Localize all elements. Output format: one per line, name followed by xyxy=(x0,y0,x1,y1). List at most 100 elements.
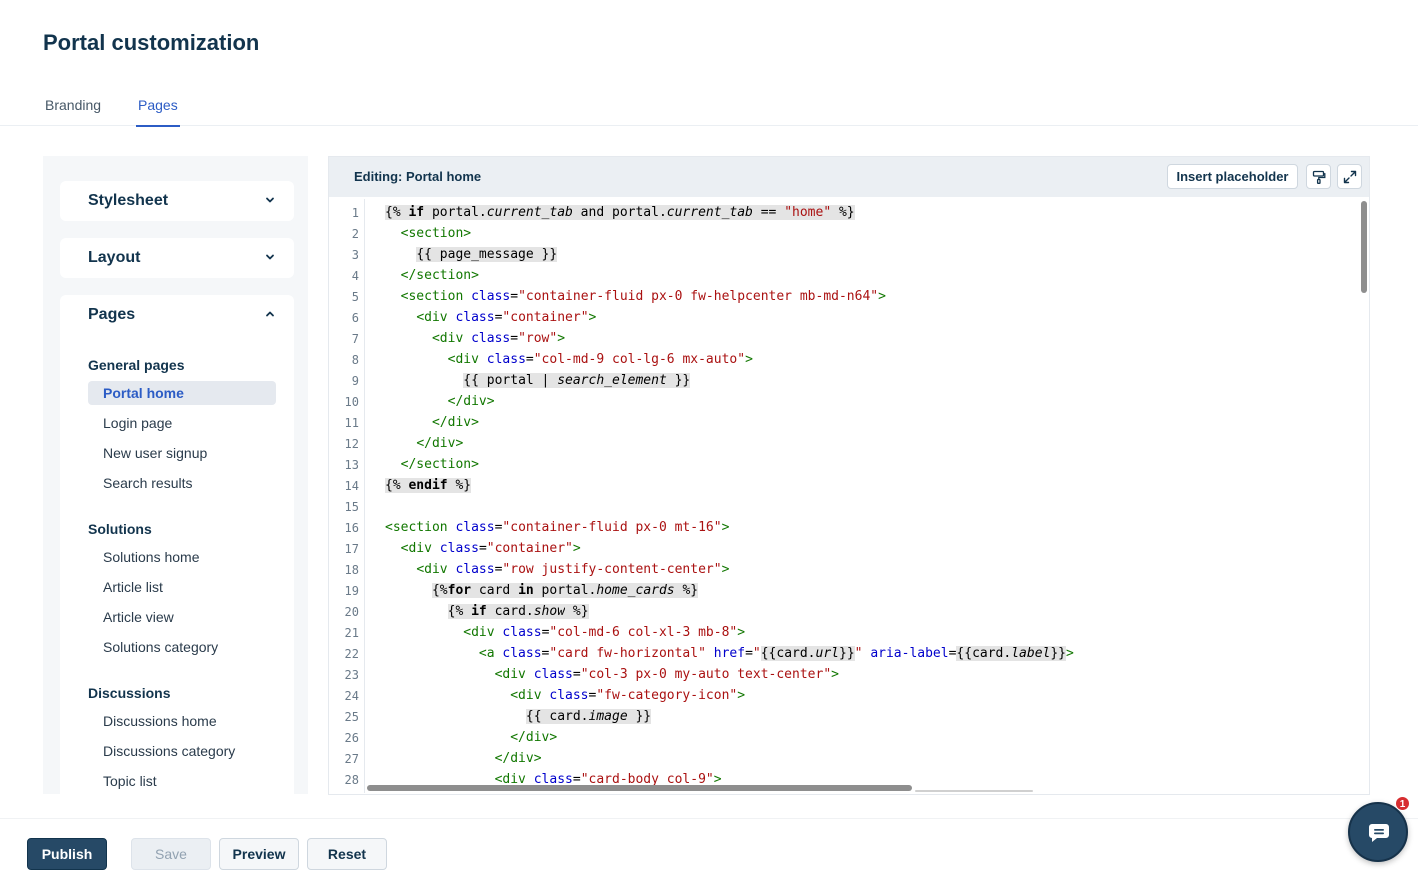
page-item-discussions-home[interactable]: Discussions home xyxy=(88,709,276,733)
save-button[interactable]: Save xyxy=(131,838,211,870)
page-item-topic-list[interactable]: Topic list xyxy=(88,769,276,793)
line-number: 8 xyxy=(351,353,359,367)
pages-accordion-header[interactable]: Pages xyxy=(60,295,294,335)
chat-icon xyxy=(1369,824,1389,842)
layout-accordion[interactable]: Layout xyxy=(60,238,294,278)
fullscreen-button[interactable] xyxy=(1337,164,1362,189)
line-number: 12 xyxy=(344,437,359,451)
format-button[interactable] xyxy=(1306,164,1331,189)
horizontal-scrollbar[interactable] xyxy=(367,785,912,791)
page-item-solutions-home[interactable]: Solutions home xyxy=(88,545,276,569)
pages-accordion: Pages General pages Portal home Login pa… xyxy=(60,295,294,794)
vertical-scrollbar[interactable] xyxy=(1361,201,1367,293)
code-area[interactable]: 1 2 3 4 5 6 7 8 9 10 11 12 13 14 15 16 17 18 19 20 21 22 23 24 2… xyxy=(329,199,1369,793)
code-line: {{ card.image }} xyxy=(525,709,652,724)
stylesheet-accordion-title: Stylesheet xyxy=(88,192,169,209)
line-number: 20 xyxy=(344,605,359,619)
line-number: 10 xyxy=(344,395,359,409)
line-number: 3 xyxy=(351,248,359,262)
publish-button[interactable]: Publish xyxy=(27,838,107,870)
chevron-down-icon xyxy=(266,254,274,260)
line-number: 11 xyxy=(344,416,359,430)
code-line: {%for card in portal.home_cards %} xyxy=(431,583,699,598)
chevron-down-icon xyxy=(266,197,274,203)
page-title: Portal customization xyxy=(43,30,260,55)
code-line: <div class="row justify-content-center"> xyxy=(416,562,730,577)
paint-format-icon xyxy=(1312,170,1326,184)
code-line: </div> xyxy=(447,394,495,409)
line-number: 16 xyxy=(344,521,359,535)
code-line: </section> xyxy=(400,457,479,472)
line-number: 6 xyxy=(351,311,359,325)
group-title-general-pages: General pages xyxy=(88,357,185,373)
line-number: 18 xyxy=(344,563,359,577)
page-item-search-results[interactable]: Search results xyxy=(88,471,276,495)
page-item-discussions-category[interactable]: Discussions category xyxy=(88,739,276,763)
reset-button[interactable]: Reset xyxy=(307,838,387,870)
line-number: 7 xyxy=(351,332,359,346)
page-item-article-list[interactable]: Article list xyxy=(88,575,276,599)
page-item-new-user-signup[interactable]: New user signup xyxy=(88,441,276,465)
line-number: 25 xyxy=(344,710,359,724)
code-line: </div> xyxy=(416,436,464,451)
line-number: 17 xyxy=(344,542,359,556)
code-line: <div class="row"> xyxy=(431,331,566,346)
line-number: 21 xyxy=(344,626,359,640)
line-number-gutter: 1 2 3 4 5 6 7 8 9 10 11 12 13 14 15 16 17 18 19 20 21 22 23 24 2… xyxy=(329,199,365,793)
code-line: {{ portal | search_element }} xyxy=(463,373,691,388)
line-number: 23 xyxy=(344,668,359,682)
line-number: 14 xyxy=(344,479,359,493)
page-item-portal-home[interactable]: Portal home xyxy=(88,381,276,405)
code-line: {% if portal.current_tab and portal.curr… xyxy=(385,205,855,220)
code-line: <div class="container"> xyxy=(400,541,581,556)
stylesheet-accordion[interactable]: Stylesheet xyxy=(60,181,294,221)
sidebar: Stylesheet Layout Pages General pages Po… xyxy=(43,156,308,794)
footer-action-bar: Publish Save Preview Reset xyxy=(0,818,1418,882)
line-number: 28 xyxy=(344,773,359,787)
line-number: 13 xyxy=(344,458,359,472)
layout-accordion-title: Layout xyxy=(88,249,141,266)
line-number: 5 xyxy=(351,290,359,304)
page-item-solutions-category[interactable]: Solutions category xyxy=(88,635,276,659)
horizontal-scroll-track xyxy=(915,790,1033,792)
line-number: 24 xyxy=(344,689,359,703)
code-line: {% if card.show %} xyxy=(447,604,589,619)
line-number: 15 xyxy=(344,500,359,514)
code-line: <section> xyxy=(400,226,472,241)
insert-placeholder-button[interactable]: Insert placeholder xyxy=(1167,164,1298,189)
code-line: </div> xyxy=(431,415,479,430)
tab-pages[interactable]: Pages xyxy=(136,97,180,127)
code-line: {{ page_message }} xyxy=(416,247,558,262)
code-line: </section> xyxy=(400,268,479,283)
code-editor-panel: Editing: Portal home Insert placeholder … xyxy=(328,156,1370,795)
code-line: <div class="fw-category-icon"> xyxy=(510,688,746,703)
page-item-article-view[interactable]: Article view xyxy=(88,605,276,629)
group-title-solutions: Solutions xyxy=(88,521,152,537)
page-item-login-page[interactable]: Login page xyxy=(88,411,276,435)
code-line: <a class="card fw-horizontal" href="{{ca… xyxy=(478,646,1074,661)
code-line: </div> xyxy=(494,751,542,766)
editor-title: Editing: Portal home xyxy=(354,169,482,184)
line-number: 4 xyxy=(351,269,359,283)
preview-button[interactable]: Preview xyxy=(219,838,299,870)
code-line: <section class="container-fluid px-0 fw-… xyxy=(400,289,886,304)
chat-launcher-button[interactable] xyxy=(1348,802,1408,862)
code-line: <div class="col-3 px-0 my-auto text-cent… xyxy=(494,667,839,682)
line-number: 9 xyxy=(351,374,359,388)
code-line: {% endif %} xyxy=(385,478,472,493)
line-number: 2 xyxy=(351,227,359,241)
group-title-discussions: Discussions xyxy=(88,685,171,701)
line-number: 1 xyxy=(351,206,359,220)
editor-toolbar: Editing: Portal home Insert placeholder xyxy=(329,157,1369,197)
code-line: </div> xyxy=(510,730,558,745)
line-number: 22 xyxy=(344,647,359,661)
code-line: <div class="container"> xyxy=(416,310,597,325)
code-line: <div class="col-md-9 col-lg-6 mx-auto"> xyxy=(447,352,753,367)
code-line: <div class="col-md-6 col-xl-3 mb-8"> xyxy=(463,625,746,640)
pages-accordion-title: Pages xyxy=(88,306,136,323)
tab-branding[interactable]: Branding xyxy=(43,97,103,125)
line-number: 19 xyxy=(344,584,359,598)
line-number: 26 xyxy=(344,731,359,745)
expand-icon xyxy=(1343,170,1357,184)
chat-notification-badge: 1 xyxy=(1395,796,1410,811)
